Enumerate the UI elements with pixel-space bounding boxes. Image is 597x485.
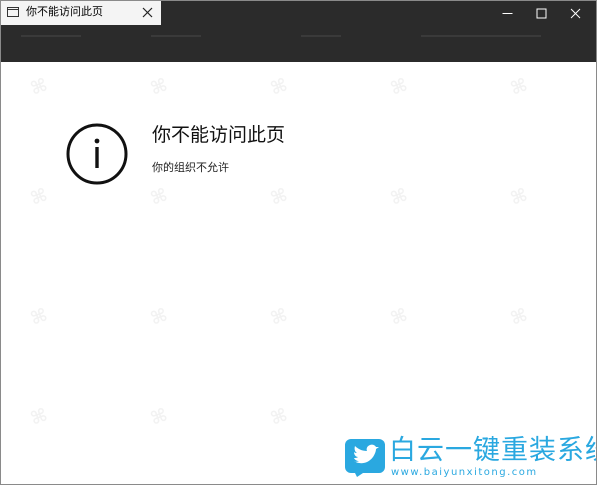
watermark: ⌘ [507, 304, 531, 330]
tab-active[interactable]: 你不能访问此页 [1, 1, 161, 25]
watermark: ⌘ [27, 304, 51, 330]
window-close-button[interactable] [558, 1, 592, 25]
brand-url: www.baiyunxitong.com [391, 467, 538, 478]
toolbar-artifact [21, 35, 81, 37]
watermark: ⌘ [27, 404, 51, 430]
close-icon [570, 8, 580, 18]
close-icon[interactable] [142, 7, 153, 18]
watermark: ⌘ [387, 74, 411, 100]
minimize-button[interactable] [490, 1, 524, 25]
page-title: 你不能访问此页 [152, 124, 286, 146]
page-subtext: 你的组织不允许 [152, 161, 229, 174]
minimize-icon [502, 12, 512, 14]
watermark: ⌘ [267, 304, 291, 330]
watermark: ⌘ [387, 184, 411, 210]
watermark: ⌘ [27, 74, 51, 100]
watermark: ⌘ [147, 404, 171, 430]
brand-name: 白云一键重装系统 [389, 435, 597, 466]
toolbar-strip [1, 25, 596, 62]
toolbar-artifact [421, 35, 541, 37]
watermark: ⌘ [507, 74, 531, 100]
watermark: ⌘ [387, 304, 411, 330]
watermark: ⌘ [147, 184, 171, 210]
bird-logo-icon [345, 439, 385, 477]
window-icon [7, 7, 19, 17]
watermark: ⌘ [147, 304, 171, 330]
title-bar: 你不能访问此页 [1, 1, 596, 25]
watermark: ⌘ [267, 404, 291, 430]
maximize-button[interactable] [524, 1, 558, 25]
maximize-icon [536, 8, 546, 18]
watermark: ⌘ [507, 184, 531, 210]
toolbar-artifact [151, 35, 201, 37]
watermark: ⌘ [147, 74, 171, 100]
watermark: ⌘ [267, 74, 291, 100]
info-icon [66, 123, 128, 185]
watermark: ⌘ [267, 184, 291, 210]
toolbar-artifact [301, 35, 341, 37]
browser-window: 你不能访问此页 ⌘ ⌘ ⌘ ⌘ ⌘ ⌘ ⌘ ⌘ ⌘ ⌘ ⌘ ⌘ ⌘ ⌘ ⌘ ⌘ … [0, 0, 597, 485]
brand-logo: 白云一键重装系统 www.baiyunxitong.com [345, 435, 597, 481]
tab-title: 你不能访问此页 [26, 5, 103, 18]
